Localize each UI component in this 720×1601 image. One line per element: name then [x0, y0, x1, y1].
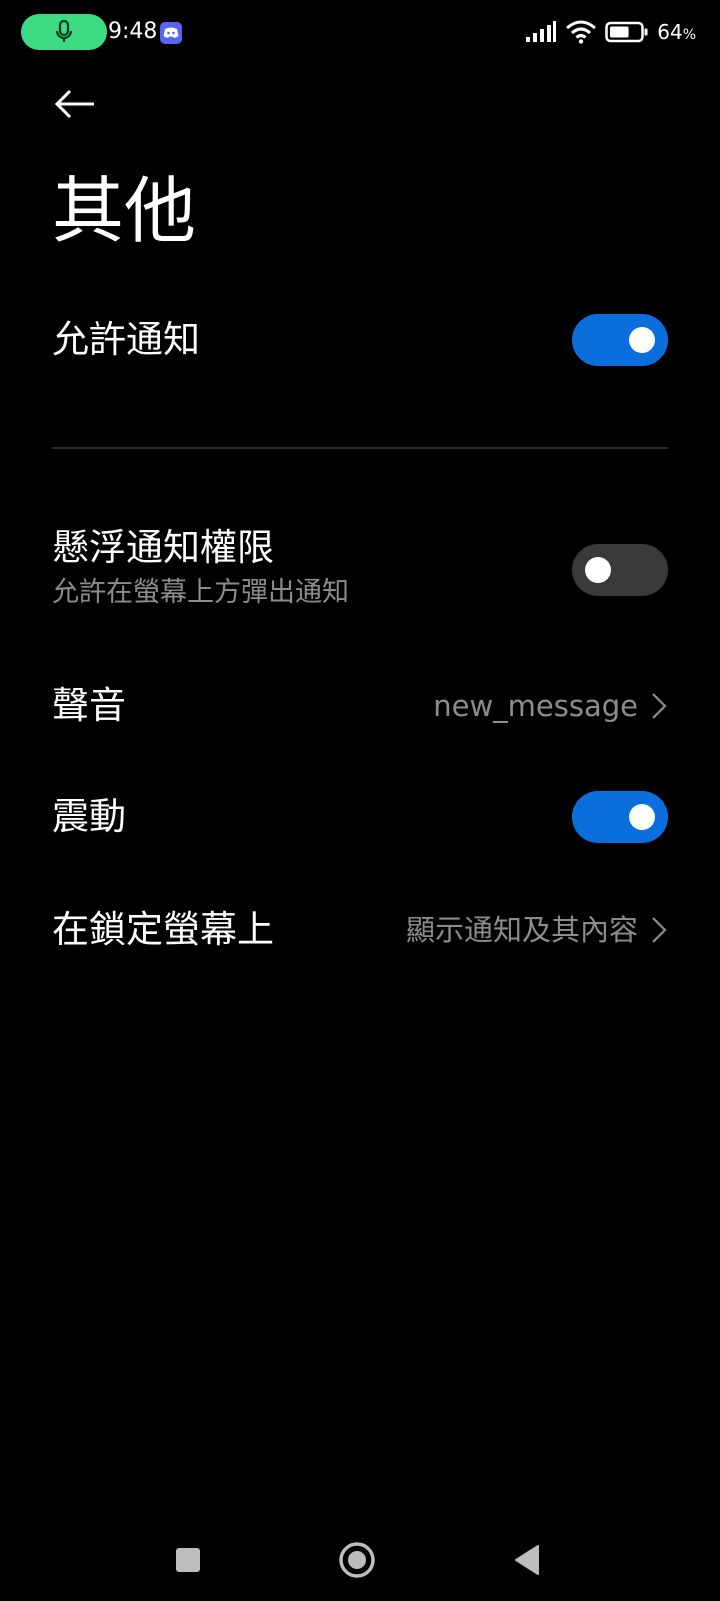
setting-sound[interactable]: 聲音 new_message — [52, 682, 668, 732]
setting-label: 懸浮通知權限 — [52, 526, 274, 569]
setting-label: 震動 — [52, 795, 126, 838]
wifi-icon — [566, 20, 597, 44]
discord-icon — [160, 22, 182, 44]
microphone-indicator[interactable] — [21, 14, 107, 50]
setting-label: 允許通知 — [52, 318, 200, 361]
status-bar: 9:48 64% — [0, 0, 720, 66]
home-button[interactable] — [331, 1534, 383, 1586]
divider — [52, 447, 668, 449]
back-nav-button[interactable] — [501, 1534, 553, 1586]
allow-notifications-toggle[interactable] — [572, 314, 668, 366]
signal-icon — [526, 21, 557, 42]
battery-percent: 64% — [657, 20, 696, 44]
setting-value: 顯示通知及其內容 — [405, 913, 638, 947]
vibration-toggle[interactable] — [572, 791, 668, 843]
home-circle-icon — [339, 1542, 375, 1578]
navigation-bar — [0, 1520, 720, 1600]
toggle-knob — [629, 327, 655, 353]
setting-label: 在鎖定螢幕上 — [52, 908, 274, 951]
status-icons: 64% — [517, 16, 696, 48]
setting-label: 聲音 — [52, 684, 126, 727]
arrow-left-icon — [54, 89, 94, 119]
page-title: 其他 — [52, 169, 197, 253]
recents-square-icon — [176, 1548, 200, 1572]
floating-notifications-toggle[interactable] — [572, 544, 668, 596]
setting-value: new_message — [433, 689, 638, 723]
setting-description: 允許在螢幕上方彈出通知 — [52, 577, 349, 608]
toggle-knob — [585, 557, 611, 583]
setting-vibration[interactable]: 震動 — [52, 791, 668, 845]
setting-allow-notifications[interactable]: 允許通知 — [52, 314, 668, 368]
recents-button[interactable] — [162, 1534, 214, 1586]
setting-floating-notifications[interactable]: 懸浮通知權限 允許在螢幕上方彈出通知 — [52, 524, 668, 616]
setting-lock-screen[interactable]: 在鎖定螢幕上 顯示通知及其內容 — [52, 906, 668, 956]
microphone-icon — [55, 20, 73, 42]
battery-icon — [605, 21, 648, 43]
back-triangle-icon — [515, 1545, 539, 1575]
back-button[interactable] — [48, 80, 102, 128]
status-time: 9:48 — [108, 19, 158, 44]
chevron-right-icon — [652, 693, 667, 719]
toggle-knob — [629, 804, 655, 830]
chevron-right-icon — [652, 917, 667, 943]
